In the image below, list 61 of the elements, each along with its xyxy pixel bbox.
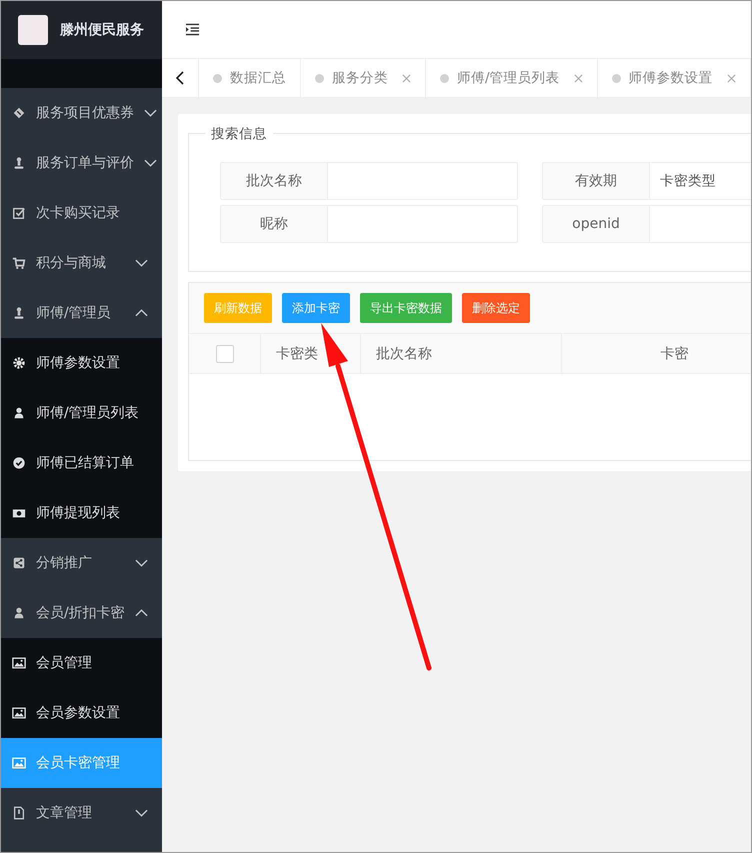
check-circle-icon [12,456,26,470]
column-header: 卡密类 [276,344,318,362]
menu-fold-icon[interactable] [185,23,200,36]
field-label: 昵称 [220,205,328,243]
select-field[interactable]: 卡密类型 [650,162,751,200]
avatar [18,15,48,45]
close-icon[interactable] [574,74,583,82]
chevron-left-icon [176,71,184,85]
sidebar-item[interactable]: 文章管理 [1,788,162,838]
ticket-icon [12,106,26,120]
person-icon [12,306,26,320]
chevron-down-icon [135,559,148,567]
checkbox[interactable] [216,344,234,362]
sidebar-item[interactable]: 会员/折扣卡密 [1,588,162,638]
tab[interactable]: 师傅/管理员列表 [426,59,598,97]
field-label: 批次名称 [220,162,328,200]
dot-icon [315,74,324,82]
chevron-down-icon [144,159,157,167]
sidebar-item[interactable]: 师傅/管理员 [1,288,162,338]
person-icon [12,156,26,170]
input-field[interactable] [650,205,751,243]
sidebar-item[interactable]: 服务订单与评价 [1,138,162,188]
sidebar-item[interactable]: 积分与商城 [1,238,162,288]
sidebar-subitem[interactable]: 会员管理 [1,638,162,688]
column-header: 批次名称 [376,344,432,362]
chevron-up-icon [135,309,148,317]
sidebar-subitem[interactable]: 会员参数设置 [1,688,162,738]
chevron-down-icon [135,809,148,817]
column-header: 卡密 [660,344,688,362]
close-icon[interactable] [402,74,411,82]
sidebar-subitem[interactable]: 师傅提现列表 [1,488,162,538]
sidebar-subitem[interactable]: 师傅参数设置 [1,338,162,388]
file-icon [12,806,26,820]
chevron-down-icon [144,109,157,117]
panel-legend: 搜索信息 [205,125,273,143]
dot-icon [213,74,222,82]
user-icon [12,406,26,420]
sidebar-subitem[interactable]: 师傅已结算订单 [1,438,162,488]
field-label: openid [542,205,650,243]
image-icon [12,706,26,720]
tab[interactable]: 服务分类 [301,59,426,97]
sidebar-item[interactable]: 次卡购买记录 [1,188,162,238]
app-title: 滕州便民服务 [60,21,144,39]
tab[interactable]: 师傅参数设置 [598,59,751,97]
chevron-down-icon [135,259,148,267]
tab[interactable]: 数据汇总 [199,59,301,97]
user-icon [12,606,26,620]
share-icon [12,556,26,570]
field-label: 有效期 [542,162,650,200]
sidebar-item[interactable]: 分销推广 [1,538,162,588]
dot-icon [612,74,621,82]
chevron-up-icon [135,609,148,617]
gear-icon [12,356,26,370]
sidebar-item[interactable]: 服务项目优惠券 [1,88,162,138]
image-icon [12,656,26,670]
dot-icon [440,74,449,82]
close-icon[interactable] [726,74,736,82]
image-icon [12,756,26,770]
checkbox-icon [12,206,26,220]
sidebar-subitem[interactable]: 师傅/管理员列表 [1,388,162,438]
cart-icon [12,256,26,270]
